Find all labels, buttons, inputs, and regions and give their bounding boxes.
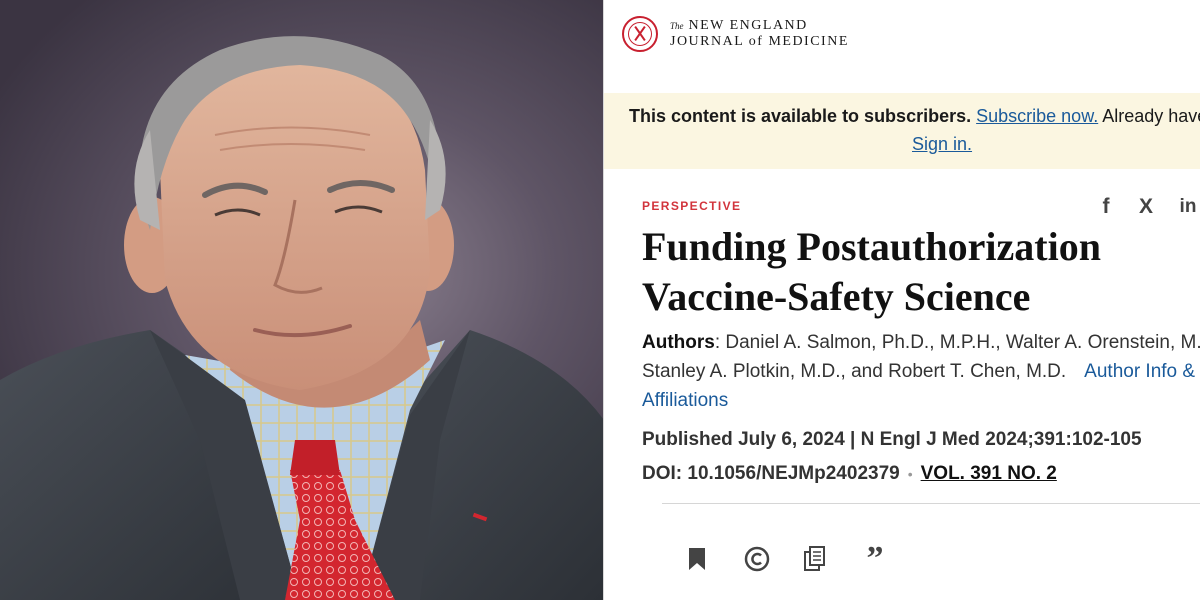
title-line-1: Funding Postauthorization: [642, 224, 1101, 269]
banner-message: This content is available to subscribers…: [629, 106, 972, 126]
author-photo: [0, 0, 604, 600]
copyright-icon[interactable]: [742, 544, 772, 574]
subscription-banner: This content is available to subscribers…: [604, 93, 1200, 169]
author-info-link[interactable]: Author Info &: [1084, 361, 1195, 382]
sign-in-link[interactable]: Sign in.: [912, 134, 972, 154]
doi-row: DOI: 10.1056/NEJMp2402379 • VOL. 391 NO. 2: [642, 463, 1057, 485]
logo-medicine: MEDICINE: [768, 34, 849, 49]
volume-link[interactable]: VOL. 391 NO. 2: [921, 463, 1057, 484]
banner-already-text: Already have an ac: [1102, 106, 1200, 126]
journal-wordmark: The NEW ENGLAND JOURNAL of MEDICINE: [670, 18, 849, 50]
logo-line1: NEW ENGLAND: [688, 18, 808, 33]
logo-the: The: [670, 21, 684, 31]
logo-journal: JOURNAL: [670, 34, 744, 49]
x-icon[interactable]: X: [1134, 194, 1158, 220]
article-kicker: PERSPECTIVE: [642, 199, 742, 213]
facebook-icon[interactable]: f: [1096, 194, 1116, 220]
journal-seal-icon: [622, 16, 658, 52]
section-divider: [662, 503, 1200, 504]
publication-info: Published July 6, 2024 | N Engl J Med 20…: [642, 429, 1142, 450]
quote-icon[interactable]: ”: [860, 542, 890, 576]
logo-of: of: [748, 34, 764, 49]
subscribe-link[interactable]: Subscribe now.: [976, 106, 1098, 126]
doi-separator: •: [907, 466, 913, 482]
authors-list-1: : Daniel A. Salmon, Ph.D., M.P.H., Walte…: [714, 332, 1200, 353]
authors-label: Authors: [642, 332, 715, 353]
linkedin-icon[interactable]: in: [1176, 194, 1200, 220]
article-title: Funding Postauthorization Vaccine-Safety…: [642, 222, 1182, 322]
title-line-2: Vaccine-Safety Science: [642, 274, 1031, 319]
journal-logo[interactable]: The NEW ENGLAND JOURNAL of MEDICINE: [622, 16, 849, 52]
article-authors: Authors: Daniel A. Salmon, Ph.D., M.P.H.…: [642, 328, 1200, 415]
copy-icon[interactable]: [800, 544, 830, 574]
bookmark-icon[interactable]: [682, 544, 712, 574]
authors-list-2: Stanley A. Plotkin, M.D., and Robert T. …: [642, 361, 1067, 382]
doi-text: DOI: 10.1056/NEJMp2402379: [642, 463, 900, 484]
author-affiliations-link[interactable]: Affiliations: [642, 390, 728, 411]
article-panel: The NEW ENGLAND JOURNAL of MEDICINE This…: [604, 0, 1200, 600]
portrait-illustration: [0, 36, 604, 600]
